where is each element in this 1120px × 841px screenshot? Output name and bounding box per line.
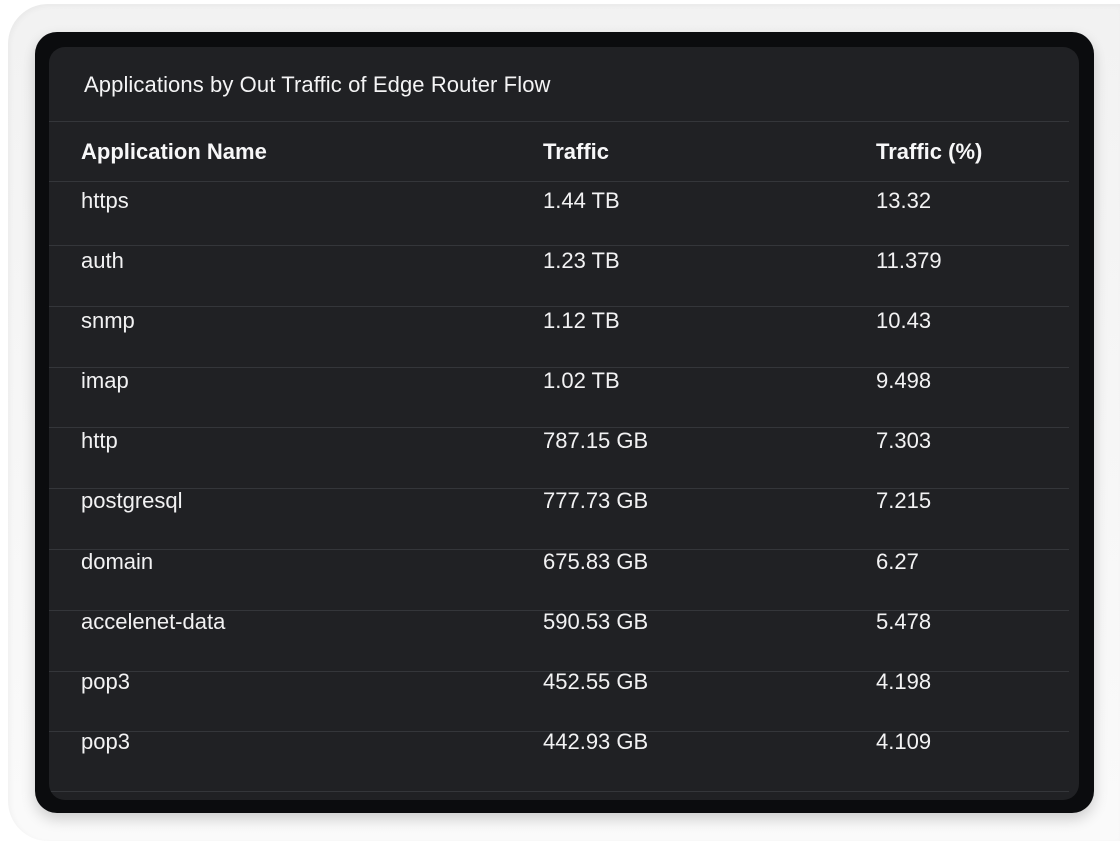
- application-name-cell: auth: [81, 248, 124, 273]
- traffic-percent-cell: 6.27: [876, 549, 919, 574]
- application-name-cell: https: [81, 188, 129, 213]
- traffic-cell: 452.55 GB: [543, 669, 649, 694]
- traffic-percent-cell: 11.379: [876, 248, 942, 273]
- traffic-percent-cell: 7.215: [876, 488, 932, 513]
- column-header-traffic[interactable]: Traffic: [543, 122, 609, 182]
- application-name-cell: pop3: [81, 669, 130, 694]
- row-divider: [49, 791, 1069, 792]
- application-name-cell: accelenet-data: [81, 609, 226, 634]
- device-frame: Applications by Out Traffic of Edge Rout…: [35, 32, 1094, 813]
- traffic-widget-panel: Applications by Out Traffic of Edge Rout…: [49, 47, 1079, 800]
- traffic-percent-cell: 10.43: [876, 308, 932, 333]
- traffic-cell: 675.83 GB: [543, 549, 649, 574]
- row-divider: [49, 306, 1069, 307]
- application-name-cell: postgresql: [81, 488, 183, 513]
- traffic-cell: 590.53 GB: [543, 609, 649, 634]
- traffic-cell: 777.73 GB: [543, 488, 649, 513]
- traffic-cell: 1.23 TB: [543, 248, 620, 273]
- column-header-application-name[interactable]: Application Name: [81, 122, 267, 182]
- application-name-cell: domain: [81, 549, 154, 574]
- traffic-percent-cell: 5.478: [876, 609, 932, 634]
- application-name-cell: http: [81, 428, 118, 453]
- traffic-cell: 1.44 TB: [543, 188, 620, 213]
- traffic-percent-cell: 4.109: [876, 729, 932, 754]
- application-name-cell: pop3: [81, 729, 130, 754]
- header-divider: [49, 181, 1069, 182]
- column-header-traffic-percent[interactable]: Traffic (%): [876, 122, 982, 182]
- traffic-percent-cell: 9.498: [876, 368, 932, 393]
- traffic-percent-cell: 4.198: [876, 669, 932, 694]
- traffic-cell: 787.15 GB: [543, 428, 649, 453]
- application-name-cell: snmp: [81, 308, 135, 333]
- row-divider: [49, 245, 1069, 246]
- traffic-percent-cell: 7.303: [876, 428, 932, 453]
- traffic-cell: 1.02 TB: [543, 368, 620, 393]
- application-name-cell: imap: [81, 368, 129, 393]
- traffic-cell: 442.93 GB: [543, 729, 649, 754]
- traffic-percent-cell: 13.32: [876, 188, 932, 213]
- widget-title: Applications by Out Traffic of Edge Rout…: [84, 72, 551, 97]
- traffic-cell: 1.12 TB: [543, 308, 620, 333]
